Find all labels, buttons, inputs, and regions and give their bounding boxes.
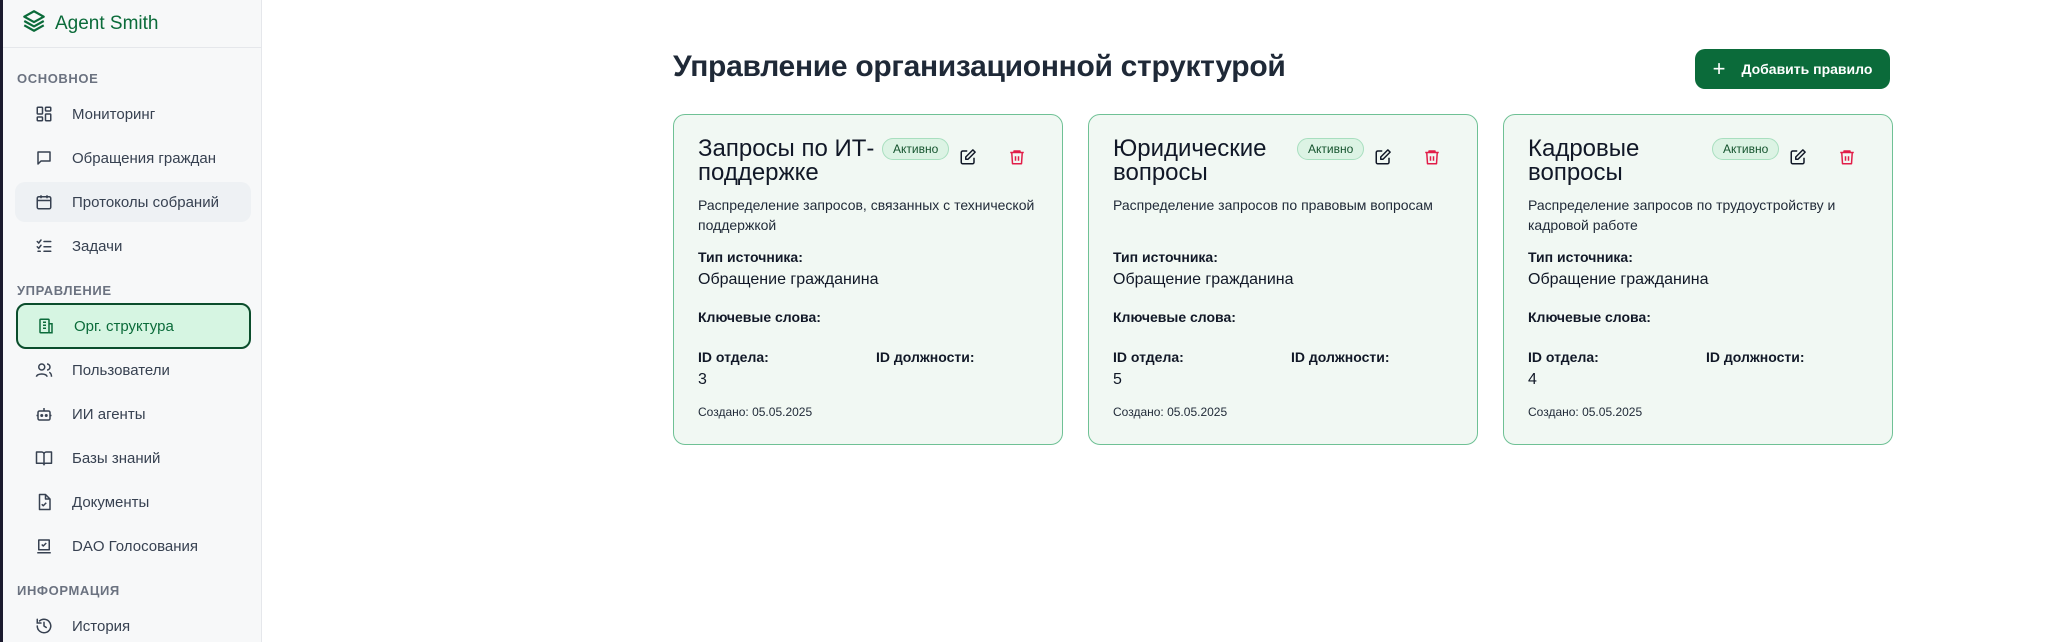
edit-icon (1374, 148, 1392, 171)
layers-icon (21, 8, 47, 39)
sidebar: Agent Smith ОСНОВНОЕ Мониторинг Обращени… (3, 0, 262, 642)
delete-button[interactable] (1837, 149, 1857, 169)
card-title: Кадровые вопросы (1528, 135, 1640, 186)
card-title: Запросы по ИТ-поддержке (698, 135, 875, 186)
status-badge: Активно (1297, 138, 1365, 160)
keywords-label: Ключевые слова: (1528, 309, 1651, 325)
sidebar-item-dao-voting[interactable]: DAO Голосования (15, 526, 251, 566)
page-title: Управление организационной структурой (673, 50, 1286, 83)
sidebar-item-history[interactable]: История (15, 606, 251, 642)
sidebar-item-label: Задачи (72, 237, 123, 255)
source-type-label: Тип источника: (1528, 249, 1633, 265)
keywords-label: Ключевые слова: (1113, 309, 1236, 325)
sidebar-item-label: Орг. структура (74, 317, 174, 335)
sidebar-item-label: Пользователи (72, 361, 170, 379)
keywords-label: Ключевые слова: (698, 309, 821, 325)
status-badge: Активно (1712, 138, 1780, 160)
dept-id-label: ID отдела: (698, 349, 769, 365)
book-icon (35, 449, 53, 467)
trash-icon (1423, 148, 1441, 171)
position-id-label: ID должности: (1291, 349, 1390, 365)
app-root: Agent Smith ОСНОВНОЕ Мониторинг Обращени… (0, 0, 2065, 642)
source-type-value: Обращение гражданина (1113, 271, 1294, 288)
source-type-value: Обращение гражданина (1528, 271, 1709, 288)
edit-button[interactable] (1788, 148, 1808, 171)
trash-icon (1008, 148, 1026, 171)
dept-id-value: 3 (698, 371, 707, 388)
edit-button[interactable] (958, 148, 978, 171)
card-description: Распределение запросов, связанных с техн… (698, 197, 1035, 233)
file-check-icon (35, 493, 53, 511)
source-type-label: Тип источника: (1113, 249, 1218, 265)
sidebar-item-tasks[interactable]: Задачи (15, 226, 251, 266)
sidebar-item-citizen-requests[interactable]: Обращения граждан (15, 138, 251, 178)
card-description: Распределение запросов по правовым вопро… (1113, 197, 1433, 213)
rule-card: Юридические вопросы Активно Распределени… (1088, 114, 1478, 445)
bot-icon (35, 405, 53, 423)
rule-card: Запросы по ИТ-поддержке Активно Распреде… (673, 114, 1063, 445)
dept-id-label: ID отдела: (1113, 349, 1184, 365)
dept-id-label: ID отдела: (1528, 349, 1599, 365)
sidebar-item-label: Мониторинг (72, 105, 156, 123)
sidebar-item-label: Документы (72, 493, 150, 511)
section-title-info: ИНФОРМАЦИЯ (17, 583, 120, 598)
card-title: Юридические вопросы (1113, 135, 1267, 186)
sidebar-item-knowledge-bases[interactable]: Базы знаний (15, 438, 251, 478)
checklist-icon (35, 237, 53, 255)
delete-button[interactable] (1422, 149, 1442, 169)
sidebar-item-monitoring[interactable]: Мониторинг (15, 94, 251, 134)
sidebar-item-label: Обращения граждан (72, 149, 216, 167)
sidebar-item-label: Базы знаний (72, 449, 161, 467)
edit-icon (1789, 148, 1807, 171)
sidebar-item-meeting-protocols[interactable]: Протоколы собраний (15, 182, 251, 222)
sidebar-item-ai-agents[interactable]: ИИ агенты (15, 394, 251, 434)
building-icon (37, 317, 55, 335)
users-icon (35, 361, 53, 379)
section-title-main: ОСНОВНОЕ (17, 71, 99, 86)
source-type-label: Тип источника: (698, 249, 803, 265)
sidebar-item-users[interactable]: Пользователи (15, 350, 251, 390)
card-description: Распределение запросов по трудоустройств… (1528, 197, 1836, 233)
source-type-value: Обращение гражданина (698, 271, 879, 288)
sidebar-item-org-structure[interactable]: Орг. структура (16, 303, 251, 349)
position-id-label: ID должности: (1706, 349, 1805, 365)
created-date: Создано: 05.05.2025 (1113, 405, 1228, 419)
sidebar-item-documents[interactable]: Документы (15, 482, 251, 522)
add-rule-button[interactable]: + Добавить правило (1695, 49, 1890, 89)
sidebar-item-label: История (72, 617, 131, 635)
sidebar-item-label: ИИ агенты (72, 405, 146, 423)
edit-icon (959, 148, 977, 171)
sidebar-item-label: DAO Голосования (72, 537, 199, 555)
sidebar-item-label: Протоколы собраний (72, 193, 219, 211)
trash-icon (1838, 148, 1856, 171)
position-id-label: ID должности: (876, 349, 975, 365)
dept-id-value: 5 (1113, 371, 1122, 388)
section-title-management: УПРАВЛЕНИЕ (17, 283, 112, 298)
dashboard-icon (35, 105, 53, 123)
dept-id-value: 4 (1528, 371, 1537, 388)
status-badge: Активно (882, 138, 950, 160)
edit-button[interactable] (1373, 148, 1393, 171)
created-date: Создано: 05.05.2025 (698, 405, 813, 419)
plus-icon: + (1712, 56, 1726, 81)
brand-name: Agent Smith (55, 12, 159, 34)
rule-card: Кадровые вопросы Активно Распределение з… (1503, 114, 1893, 445)
message-icon (35, 149, 53, 167)
add-rule-label: Добавить правило (1741, 61, 1873, 77)
created-date: Создано: 05.05.2025 (1528, 405, 1643, 419)
brand[interactable]: Agent Smith (3, 0, 261, 48)
delete-button[interactable] (1007, 149, 1027, 169)
vote-icon (35, 537, 53, 555)
history-icon (35, 617, 53, 635)
calendar-icon (35, 193, 53, 211)
